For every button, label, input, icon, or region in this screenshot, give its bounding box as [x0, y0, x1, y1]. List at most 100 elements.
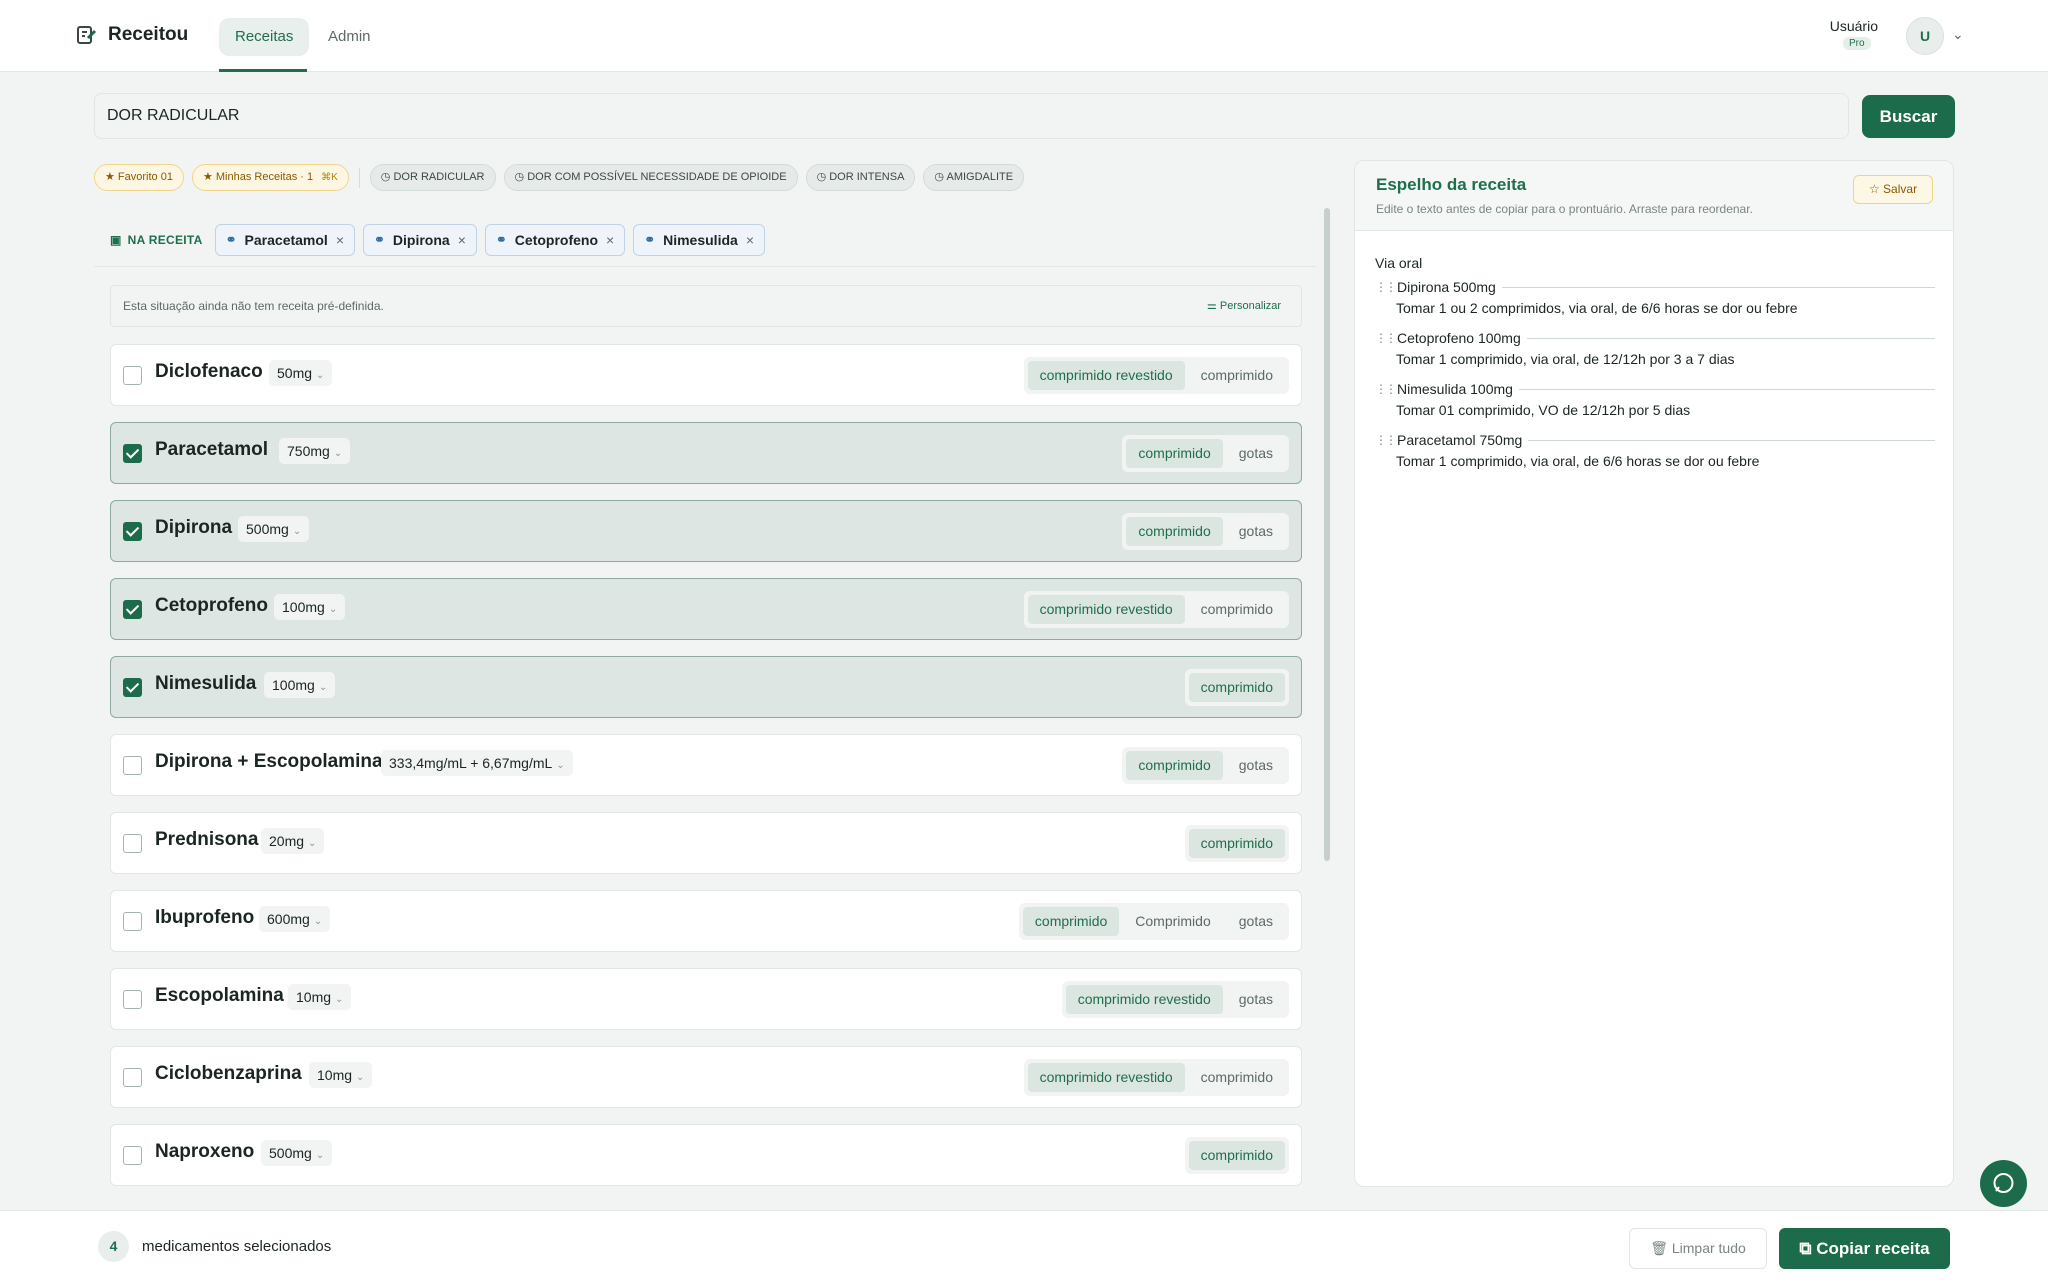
save-button[interactable]: ☆ Salvar — [1853, 175, 1933, 204]
on-prescription-label: ▣ NA RECEITA — [110, 233, 203, 247]
form-toggle: comprimido — [1184, 1137, 1289, 1174]
form-option[interactable]: gotas — [1227, 751, 1285, 780]
form-option[interactable]: comprimido revestido — [1027, 1063, 1185, 1092]
dose-select[interactable]: 10mg ⌄ — [309, 1062, 373, 1088]
medication-name: Nimesulida — [155, 673, 257, 694]
medication-row[interactable]: Ciclobenzaprina 10mg ⌄ comprimido revestido… — [110, 1046, 1302, 1108]
my-recipes-chip[interactable]: ★ Minhas Receitas · 1 ⌘K — [191, 164, 349, 191]
medication-checkbox[interactable] — [123, 678, 142, 697]
dose-select[interactable]: 10mg ⌄ — [288, 984, 352, 1010]
medication-checkbox[interactable] — [123, 834, 142, 853]
medication-row[interactable]: Nimesulida 100mg ⌄ comprimido — [110, 656, 1302, 718]
preview-body[interactable]: Via oral ⋮⋮ Dipirona 500mg Tomar 1 ou 2 c… — [1375, 255, 1935, 483]
medication-checkbox[interactable] — [123, 1146, 142, 1165]
rx-instruction[interactable]: Tomar 1 comprimido, via oral, de 6/6 hor… — [1396, 453, 1935, 469]
medication-name: Ciclobenzaprina — [155, 1063, 302, 1084]
prescription-pill[interactable]: ⚭ Nimesulida × — [633, 224, 765, 256]
medication-checkbox[interactable] — [123, 522, 142, 541]
form-option[interactable]: gotas — [1227, 517, 1285, 546]
drag-handle-icon[interactable]: ⋮⋮ — [1375, 433, 1397, 447]
medication-checkbox[interactable] — [123, 990, 142, 1009]
chevron-down-icon[interactable]: ⌄ — [1952, 26, 1964, 43]
avatar[interactable]: U — [1906, 17, 1944, 55]
dose-select[interactable]: 100mg ⌄ — [264, 672, 336, 698]
form-option[interactable]: comprimido revestido — [1027, 361, 1185, 390]
drag-handle-icon[interactable]: ⋮⋮ — [1375, 382, 1397, 396]
favorite-chip[interactable]: ★ Favorito 01 — [94, 164, 184, 191]
form-option[interactable]: Comprimido — [1123, 907, 1222, 936]
form-option[interactable]: comprimido — [1126, 439, 1223, 468]
app-logo[interactable]: Receitou — [76, 24, 188, 46]
chevron-down-icon: ⌄ — [313, 916, 323, 927]
close-icon[interactable]: × — [746, 225, 754, 255]
tab-receitas[interactable]: Receitas — [219, 18, 310, 56]
history-chip[interactable]: ◷ DOR INTENSA — [805, 164, 916, 191]
form-option[interactable]: comprimido — [1022, 907, 1120, 936]
form-option[interactable]: comprimido revestido — [1065, 985, 1223, 1014]
drag-handle-icon[interactable]: ⋮⋮ — [1375, 280, 1397, 294]
chat-button[interactable] — [1980, 1160, 2027, 1207]
form-option[interactable]: comprimido — [1126, 517, 1223, 546]
rx-item[interactable]: ⋮⋮ Nimesulida 100mg Tomar 01 comprimido, … — [1375, 381, 1935, 418]
rx-item[interactable]: ⋮⋮ Paracetamol 750mg Tomar 1 comprimido, … — [1375, 432, 1935, 469]
form-option[interactable]: comprimido — [1188, 1141, 1285, 1170]
medication-row[interactable]: Prednisona 20mg ⌄ comprimido — [110, 812, 1302, 874]
medication-row[interactable]: Escopolamina 10mg ⌄ comprimido revestido got… — [110, 968, 1302, 1030]
medication-row[interactable]: Dipirona 500mg ⌄ comprimido gotas — [110, 500, 1302, 562]
form-option[interactable]: comprimido — [1189, 1063, 1285, 1092]
rx-item[interactable]: ⋮⋮ Cetoprofeno 100mg Tomar 1 comprimido, … — [1375, 330, 1935, 367]
medication-row[interactable]: Ibuprofeno 600mg ⌄ comprimido Comprimido gota… — [110, 890, 1302, 952]
form-option[interactable]: gotas — [1227, 907, 1285, 936]
form-option[interactable]: comprimido — [1188, 829, 1285, 858]
medication-row[interactable]: Dipirona + Escopolamina 333,4mg/mL + 6,67… — [110, 734, 1302, 796]
tab-admin[interactable]: Admin — [312, 18, 387, 56]
close-icon[interactable]: × — [458, 225, 466, 255]
rx-instruction[interactable]: Tomar 01 comprimido, VO de 12/12h por 5 … — [1396, 402, 1935, 418]
dose-select[interactable]: 20mg ⌄ — [261, 828, 325, 854]
medication-row[interactable]: Diclofenaco 50mg ⌄ comprimido revestido comp… — [110, 344, 1302, 406]
medication-checkbox[interactable] — [123, 366, 142, 385]
bottom-bar: 4 medicamentos selecionados 🗑 Limpar tud… — [0, 1210, 2048, 1286]
dose-select[interactable]: 750mg ⌄ — [279, 438, 351, 464]
dose-select[interactable]: 333,4mg/mL + 6,67mg/mL ⌄ — [381, 750, 573, 776]
copy-prescription-button[interactable]: ⧉ Copiar receita — [1779, 1228, 1950, 1269]
prescription-pill[interactable]: ⚭ Cetoprofeno × — [484, 224, 626, 256]
drag-handle-icon[interactable]: ⋮⋮ — [1375, 331, 1397, 345]
rx-instruction[interactable]: Tomar 1 comprimido, via oral, de 12/12h … — [1396, 351, 1935, 367]
medication-checkbox[interactable] — [123, 756, 142, 775]
form-option[interactable]: gotas — [1227, 439, 1285, 468]
medication-checkbox[interactable] — [123, 444, 142, 463]
rx-item[interactable]: ⋮⋮ Dipirona 500mg Tomar 1 ou 2 comprimido… — [1375, 279, 1935, 316]
search-button[interactable]: Buscar — [1862, 95, 1955, 138]
history-chip[interactable]: ◷ DOR COM POSSÍVEL NECESSIDADE DE OPIOID… — [503, 164, 798, 191]
medication-checkbox[interactable] — [123, 912, 142, 931]
dose-select[interactable]: 600mg ⌄ — [259, 906, 331, 932]
history-chip[interactable]: ◷ AMIGDALITE — [923, 164, 1025, 191]
close-icon[interactable]: × — [606, 225, 614, 255]
scrollbar[interactable] — [1324, 208, 1330, 861]
history-chip[interactable]: ◷ DOR RADICULAR — [369, 164, 496, 191]
clear-all-button[interactable]: 🗑 Limpar tudo — [1629, 1228, 1767, 1269]
medication-checkbox[interactable] — [123, 1068, 142, 1087]
dose-select[interactable]: 50mg ⌄ — [269, 360, 333, 386]
form-option[interactable]: comprimido — [1126, 751, 1223, 780]
dose-select[interactable]: 500mg ⌄ — [261, 1140, 333, 1166]
form-option[interactable]: comprimido revestido — [1027, 595, 1185, 624]
prescription-pill[interactable]: ⚭ Dipirona × — [363, 224, 477, 256]
prescription-pill[interactable]: ⚭ Paracetamol × — [214, 224, 356, 256]
search-input[interactable] — [94, 93, 1849, 139]
dose-value: 750mg — [287, 443, 330, 459]
medication-row[interactable]: Naproxeno 500mg ⌄ comprimido — [110, 1124, 1302, 1186]
medication-row[interactable]: Cetoprofeno 100mg ⌄ comprimido revestido com… — [110, 578, 1302, 640]
dose-select[interactable]: 500mg ⌄ — [238, 516, 310, 542]
form-option[interactable]: comprimido — [1188, 673, 1285, 702]
dose-select[interactable]: 100mg ⌄ — [274, 594, 346, 620]
customize-button[interactable]: ⚌ Personalizar — [1207, 299, 1281, 312]
form-option[interactable]: comprimido — [1189, 361, 1285, 390]
medication-row[interactable]: Paracetamol 750mg ⌄ comprimido gotas — [110, 422, 1302, 484]
form-option[interactable]: gotas — [1227, 985, 1285, 1014]
form-option[interactable]: comprimido — [1189, 595, 1285, 624]
close-icon[interactable]: × — [336, 225, 344, 255]
medication-checkbox[interactable] — [123, 600, 142, 619]
rx-instruction[interactable]: Tomar 1 ou 2 comprimidos, via oral, de 6… — [1396, 300, 1935, 316]
